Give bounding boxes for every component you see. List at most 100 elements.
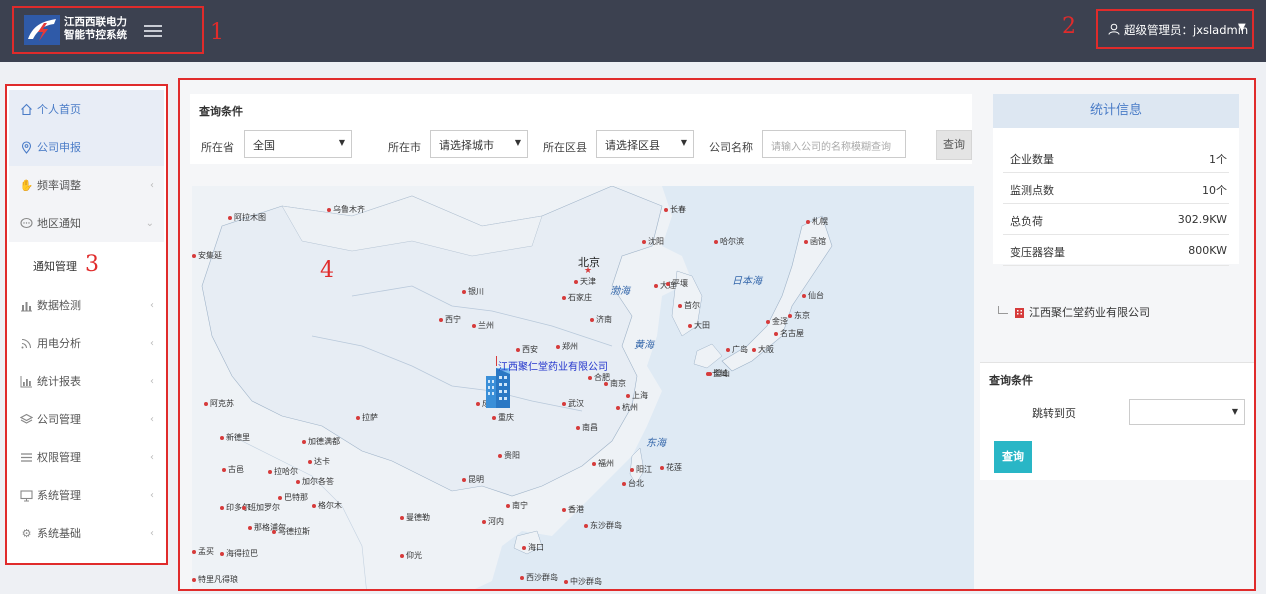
city-label: 大阪 bbox=[752, 344, 774, 355]
sidebar-item-home[interactable]: 个人首页 bbox=[9, 90, 164, 128]
city-label: 花莲 bbox=[660, 462, 682, 473]
city-label: 济南 bbox=[590, 314, 612, 325]
city-label: 福州 bbox=[592, 458, 614, 469]
sidebar-subitem-notice-management[interactable]: 通知管理 bbox=[33, 258, 77, 274]
city-label: 东京 bbox=[788, 310, 810, 321]
sidebar-item-label: 统计报表 bbox=[37, 375, 81, 388]
city-label: 乌鲁木齐 bbox=[327, 204, 365, 215]
bar-chart-icon bbox=[20, 299, 33, 312]
city-label: 昆明 bbox=[462, 474, 484, 485]
city-label: 长崎 bbox=[706, 368, 728, 379]
sea-label: 黄海 bbox=[634, 340, 654, 351]
city-label: 中沙群岛 bbox=[564, 576, 602, 587]
city-label: 班加罗尔 bbox=[242, 502, 280, 513]
stat-label: 企业数量 bbox=[1010, 153, 1054, 166]
district-label: 所在区县 bbox=[543, 141, 587, 154]
city-label: 名古屋 bbox=[774, 328, 804, 339]
city-label: 平壤 bbox=[666, 278, 688, 289]
hand-icon: ✋ bbox=[19, 178, 34, 192]
sidebar-item-regional-notice[interactable]: 地区通知 ⌄ bbox=[9, 204, 164, 242]
stat-row: 企业数量 1个 bbox=[1003, 142, 1229, 173]
city-label: 西宁 bbox=[439, 314, 461, 325]
page-query-panel: 查询条件 跳转到页 ▼ 查询 bbox=[980, 362, 1254, 480]
sidebar-item-label: 系统管理 bbox=[37, 489, 81, 502]
stat-label: 变压器容量 bbox=[1010, 246, 1065, 259]
city-label: 贵阳 bbox=[498, 450, 520, 461]
city-label: 大田 bbox=[688, 320, 710, 331]
city-label: 新德里 bbox=[220, 432, 250, 443]
query-button[interactable]: 查询 bbox=[936, 130, 972, 160]
stats-table: 企业数量 1个 监测点数 10个 总负荷 302.9KW 变压器容量 800KW bbox=[1003, 142, 1229, 266]
chevron-right-icon: ‹ bbox=[150, 337, 154, 349]
city-label: 河内 bbox=[482, 516, 504, 527]
sidebar-item-permission-management[interactable]: 权限管理 ‹ bbox=[9, 438, 164, 476]
sidebar-item-system-management[interactable]: 系统管理 ‹ bbox=[9, 476, 164, 514]
sea-label: 东海 bbox=[646, 438, 666, 449]
sidebar-item-data-detection[interactable]: 数据检测 ‹ bbox=[9, 286, 164, 324]
page-query-title: 查询条件 bbox=[989, 374, 1033, 387]
city-label: 银川 bbox=[462, 286, 484, 297]
gear-icon: ⚙ bbox=[21, 526, 32, 540]
company-tree-node[interactable]: 江西聚仁堂药业有限公司 bbox=[998, 304, 1150, 320]
monitor-icon bbox=[20, 489, 33, 502]
chevron-right-icon: ‹ bbox=[150, 179, 154, 191]
city-value: 请选择城市 bbox=[439, 139, 494, 152]
city-label: 加德满都 bbox=[302, 436, 340, 447]
city-label: 马德拉斯 bbox=[272, 526, 310, 537]
chevron-right-icon: ‹ bbox=[150, 413, 154, 425]
sidebar-item-power-analysis[interactable]: 用电分析 ‹ bbox=[9, 324, 164, 362]
city-label: 拉哈尔 bbox=[268, 466, 298, 477]
sea-label: 渤海 bbox=[610, 286, 630, 297]
menu-toggle-icon[interactable] bbox=[144, 22, 162, 38]
marker-stem bbox=[496, 356, 497, 366]
city-label: 武汉 bbox=[562, 398, 584, 409]
stat-row: 总负荷 302.9KW bbox=[1003, 204, 1229, 235]
city-label: 兰州 bbox=[472, 320, 494, 331]
sidebar-item-company-report[interactable]: 公司申报 bbox=[9, 128, 164, 166]
city-select[interactable]: 请选择城市 ▼ bbox=[430, 130, 528, 158]
sidebar-item-system-basics[interactable]: ⚙ 系统基础 ‹ bbox=[9, 514, 164, 552]
marker-label[interactable]: 江西聚仁堂药业有限公司 bbox=[498, 358, 608, 373]
city-label: 台北 bbox=[622, 478, 644, 489]
top-header: 江西西联电力 智能节控系统 1 2 超级管理员：jxsladmin ▼ bbox=[0, 0, 1266, 62]
city-label: 香港 bbox=[562, 504, 584, 515]
province-select[interactable]: 全国 ▼ bbox=[244, 130, 352, 158]
city-label: 孟买 bbox=[192, 546, 214, 557]
city-label: 沈阳 bbox=[642, 236, 664, 247]
sidebar-item-statistics-report[interactable]: 统计报表 ‹ bbox=[9, 362, 164, 400]
user-menu[interactable]: 超级管理员：jxsladmin ▼ bbox=[1096, 9, 1254, 49]
company-name-input[interactable]: 请输入公司的名称模糊查询 bbox=[762, 130, 906, 158]
logo-line2: 智能节控系统 bbox=[64, 29, 127, 41]
jump-to-page-label: 跳转到页 bbox=[1032, 407, 1076, 420]
company-label: 公司名称 bbox=[709, 141, 753, 154]
chat-bubble-icon bbox=[20, 217, 33, 230]
building-icon bbox=[1014, 308, 1024, 318]
city-label: 上海 bbox=[626, 390, 648, 401]
city-label: 重庆 bbox=[492, 412, 514, 423]
sidebar-item-company-management[interactable]: 公司管理 ‹ bbox=[9, 400, 164, 438]
tree-branch bbox=[998, 306, 1008, 314]
city-label: 南京 bbox=[604, 378, 626, 389]
city-label: 杭州 bbox=[616, 402, 638, 413]
city-label: 阳江 bbox=[630, 464, 652, 475]
caret-down-icon: ▼ bbox=[514, 138, 521, 147]
city-label: 札幌 bbox=[806, 216, 828, 227]
city-label: 东沙群岛 bbox=[584, 520, 622, 531]
city-label: 仰光 bbox=[400, 550, 422, 561]
sidebar-item-frequency[interactable]: ✋ 频率调整 ‹ bbox=[9, 166, 164, 204]
map-view[interactable]: 北京 ★ 乌鲁木齐 阿拉木图 安集延 银川 西宁 兰州 西安 郑州 石家庄 天津… bbox=[192, 186, 974, 589]
jump-to-page-select[interactable]: ▼ bbox=[1129, 399, 1245, 425]
district-select[interactable]: 请选择区县 ▼ bbox=[596, 130, 694, 158]
city-label: 哈尔滨 bbox=[714, 236, 744, 247]
chevron-right-icon: ‹ bbox=[150, 299, 154, 311]
city-label: 南宁 bbox=[506, 500, 528, 511]
report-chart-icon bbox=[20, 375, 33, 388]
city-label: 长春 bbox=[664, 204, 686, 215]
page-query-button[interactable]: 查询 bbox=[994, 441, 1032, 473]
capital-star-icon: ★ bbox=[584, 266, 593, 276]
main-content: 查询条件 所在省 全国 ▼ 所在市 请选择城市 ▼ 所在区县 请选择区县 ▼ 公… bbox=[178, 78, 1256, 591]
location-pin-icon bbox=[20, 140, 33, 154]
city-label: 加尔各答 bbox=[296, 476, 334, 487]
sidebar-item-label: 用电分析 bbox=[37, 337, 81, 350]
city-label: 阿克苏 bbox=[204, 398, 234, 409]
